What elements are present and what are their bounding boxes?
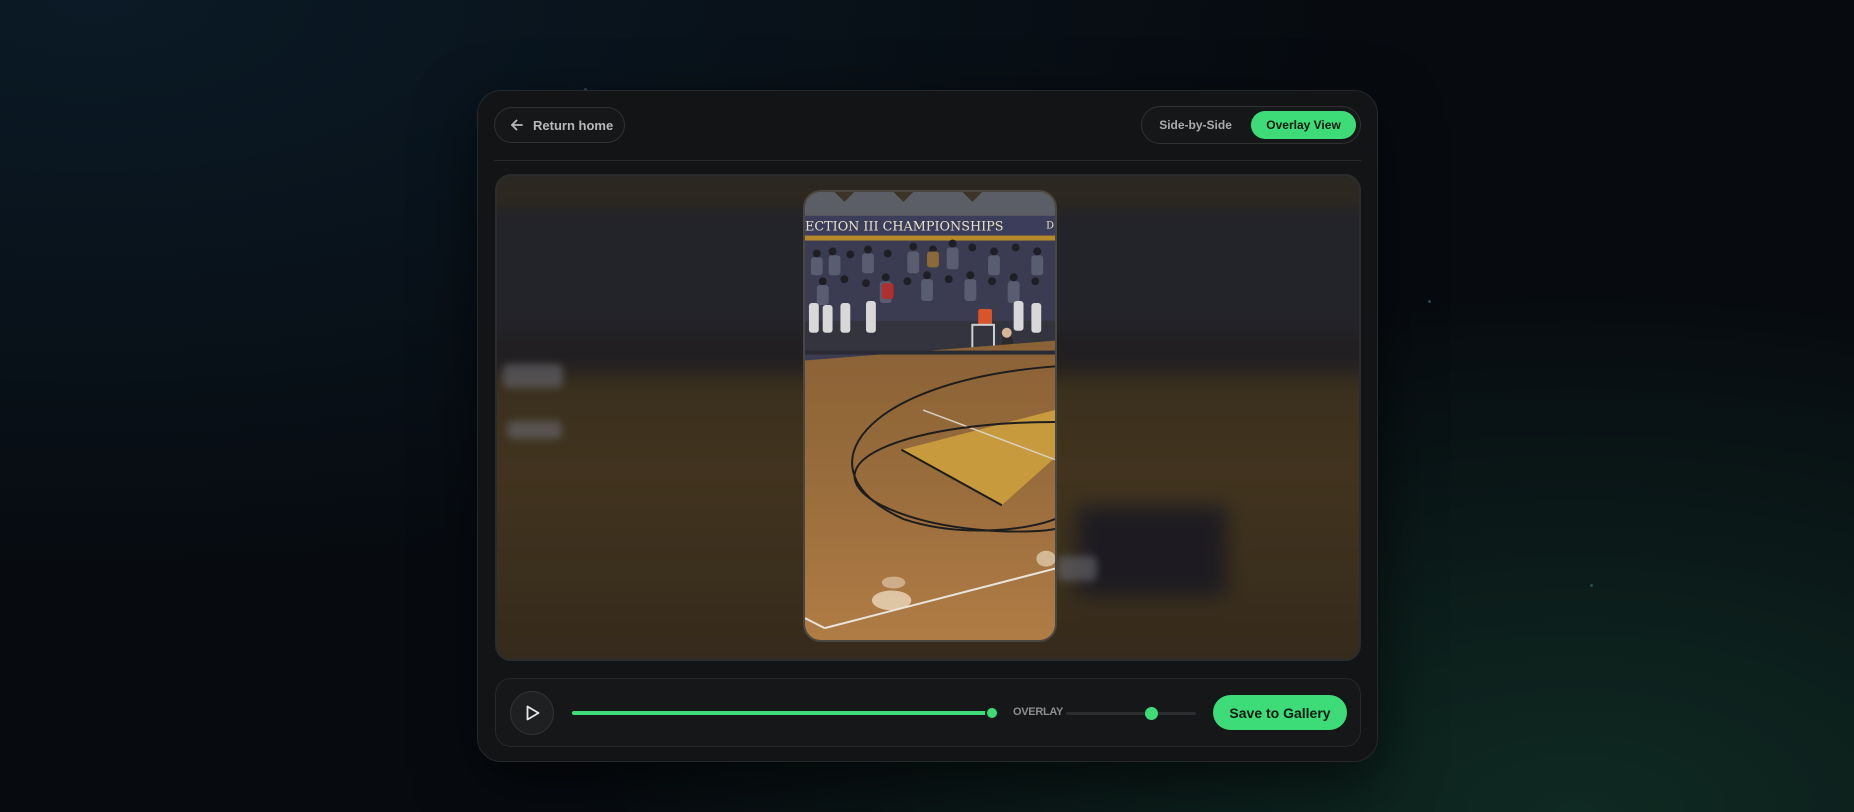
background-star: [1590, 584, 1593, 587]
return-home-button[interactable]: Return home: [494, 107, 625, 143]
championship-banner-text: ECTION III CHAMPIONSHIPS: [805, 220, 1004, 235]
save-to-gallery-button[interactable]: Save to Gallery: [1213, 695, 1347, 730]
background-star: [1428, 300, 1431, 303]
side-by-side-option[interactable]: Side-by-Side: [1146, 111, 1245, 139]
editor-card: Return home Side-by-Side Overlay View EC…: [477, 90, 1378, 762]
header-divider: [494, 160, 1361, 161]
overlay-view-option[interactable]: Overlay View: [1251, 111, 1356, 139]
championship-banner-suffix: D: [1046, 221, 1054, 232]
view-toggle: Side-by-Side Overlay View: [1141, 106, 1361, 144]
background-blur-detail: [1057, 556, 1097, 581]
background-blur-detail: [507, 421, 562, 439]
timeline-progress-fill: [572, 711, 990, 715]
background-blur-detail: [503, 364, 563, 388]
timeline-thumb[interactable]: [984, 706, 999, 720]
arrow-left-icon: [509, 117, 525, 133]
overlay-opacity-slider[interactable]: [1066, 707, 1196, 720]
basketball-court-frame: ECTION III CHAMPIONSHIPS D: [805, 192, 1055, 640]
play-icon: [523, 704, 541, 722]
top-bar: Return home Side-by-Side Overlay View: [494, 106, 1361, 145]
overlay-opacity-label: OVERLAY: [1013, 706, 1064, 718]
video-stage[interactable]: ECTION III CHAMPIONSHIPS D: [495, 174, 1361, 661]
playback-controls: OVERLAY Save to Gallery: [495, 678, 1361, 747]
timeline-slider[interactable]: [572, 706, 999, 720]
overlay-opacity-thumb[interactable]: [1144, 707, 1158, 720]
play-button[interactable]: [510, 691, 554, 735]
return-home-label: Return home: [533, 117, 614, 133]
overlay-video-frame[interactable]: ECTION III CHAMPIONSHIPS D: [803, 190, 1057, 642]
